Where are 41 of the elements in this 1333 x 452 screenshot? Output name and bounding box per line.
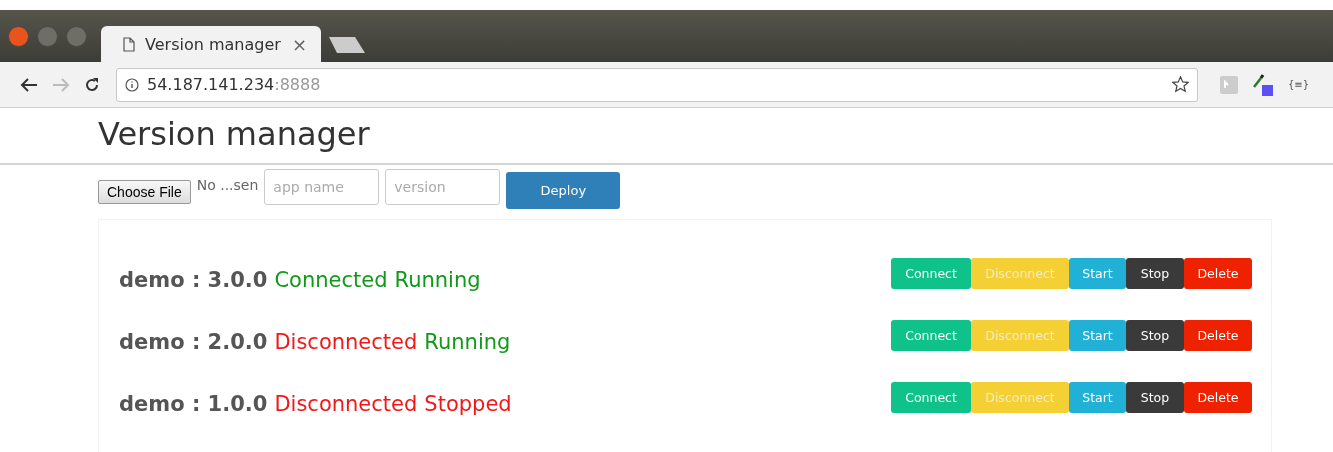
back-icon[interactable] <box>20 76 38 93</box>
choose-file-button[interactable]: Choose File <box>98 180 191 204</box>
delete-button[interactable]: Delete <box>1184 258 1252 289</box>
version-label: demo : 1.0.0 <box>119 392 268 416</box>
url-text: 54.187.141.234:8888 <box>147 75 322 94</box>
status-text: Running <box>424 330 511 354</box>
status-text: Disconnected <box>274 392 418 416</box>
start-button[interactable]: Start <box>1069 382 1126 413</box>
deploy-button[interactable]: Deploy <box>506 172 621 209</box>
start-button[interactable]: Start <box>1069 320 1126 351</box>
eyedropper-icon[interactable] <box>1251 72 1274 97</box>
extension-label[interactable]: {≡} <box>1287 79 1309 90</box>
stop-button[interactable]: Stop <box>1126 258 1184 289</box>
app-name-field[interactable]: app name <box>264 169 380 205</box>
close-tab-icon[interactable]: × <box>291 33 307 55</box>
reload-icon[interactable] <box>84 76 100 93</box>
connect-button[interactable]: Connect <box>891 258 971 289</box>
status-text: Connected <box>274 268 388 292</box>
file-status: No ...sen <box>196 177 259 193</box>
bookmark-star-icon[interactable] <box>1171 76 1189 93</box>
status-text: Disconnected <box>274 330 418 354</box>
delete-button[interactable]: Delete <box>1184 382 1252 413</box>
window-close-icon[interactable] <box>8 25 29 47</box>
info-icon <box>125 77 139 92</box>
connect-button[interactable]: Connect <box>891 320 971 351</box>
status-text: Stopped <box>424 392 512 416</box>
version-label: demo : 2.0.0 <box>119 330 268 354</box>
status-text: Running <box>394 268 481 292</box>
stop-button[interactable]: Stop <box>1126 382 1184 413</box>
new-tab-button[interactable] <box>327 36 367 54</box>
version-label: demo : 3.0.0 <box>119 268 268 292</box>
browser-tab[interactable]: Version manager × <box>101 26 321 62</box>
address-bar[interactable]: 54.187.141.234:8888 <box>116 67 1198 102</box>
start-button[interactable]: Start <box>1069 258 1126 289</box>
page-title: Version manager <box>98 114 371 155</box>
tab-title: Version manager <box>145 34 282 54</box>
stop-button[interactable]: Stop <box>1126 320 1184 351</box>
delete-button[interactable]: Delete <box>1184 320 1252 351</box>
version-field[interactable]: version <box>385 169 501 205</box>
document-icon <box>123 36 135 52</box>
connect-button[interactable]: Connect <box>891 382 971 413</box>
